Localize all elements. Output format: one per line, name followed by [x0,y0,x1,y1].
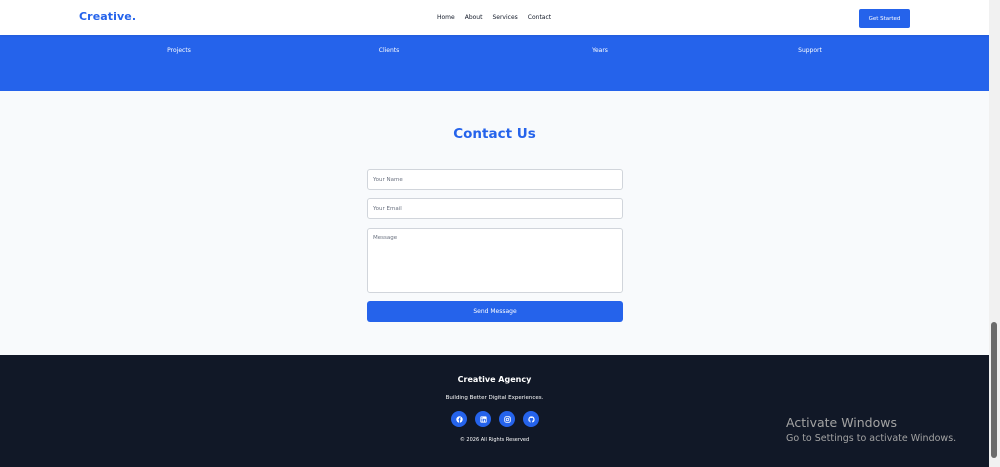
facebook-icon[interactable] [451,411,467,427]
social-links [451,411,539,427]
scrollbar-thumb[interactable] [991,322,997,458]
page-scrollbar[interactable] [989,0,1000,467]
nav-about-link[interactable]: About [465,14,483,21]
github-icon[interactable] [523,411,539,427]
stat-label: Projects [167,47,191,54]
activate-windows-watermark: Activate Windows Go to Settings to activ… [786,415,956,444]
site-logo[interactable]: Creative. [79,10,136,23]
footer-tagline: Building Better Digital Experiences. [445,395,544,401]
nav-services-link[interactable]: Services [492,14,517,21]
stat-label: Support [798,47,822,54]
nav-contact-link[interactable]: Contact [528,14,551,21]
email-field[interactable] [367,198,623,219]
contact-title: Contact Us [453,126,536,142]
stat-label: Years [592,47,608,54]
nav-home-link[interactable]: Home [437,14,455,21]
stat-label: Clients [378,47,400,54]
page: 100 Projects 50 Clients 5 Years 24 Suppo… [0,0,989,467]
name-field[interactable] [367,169,623,190]
get-started-button[interactable]: Get Started [859,9,910,28]
watermark-subtitle: Go to Settings to activate Windows. [786,433,957,444]
watermark-title: Activate Windows [786,415,897,430]
footer-title: Creative Agency [457,375,532,384]
main-nav: Home About Services Contact [437,14,551,21]
instagram-icon[interactable] [499,411,515,427]
site-footer: Creative Agency Building Better Digital … [0,355,989,467]
linkedin-icon[interactable] [475,411,491,427]
message-field[interactable] [367,228,623,293]
send-message-button[interactable]: Send Message [367,301,623,322]
site-header: Creative. Home About Services Contact Ge… [0,0,989,35]
